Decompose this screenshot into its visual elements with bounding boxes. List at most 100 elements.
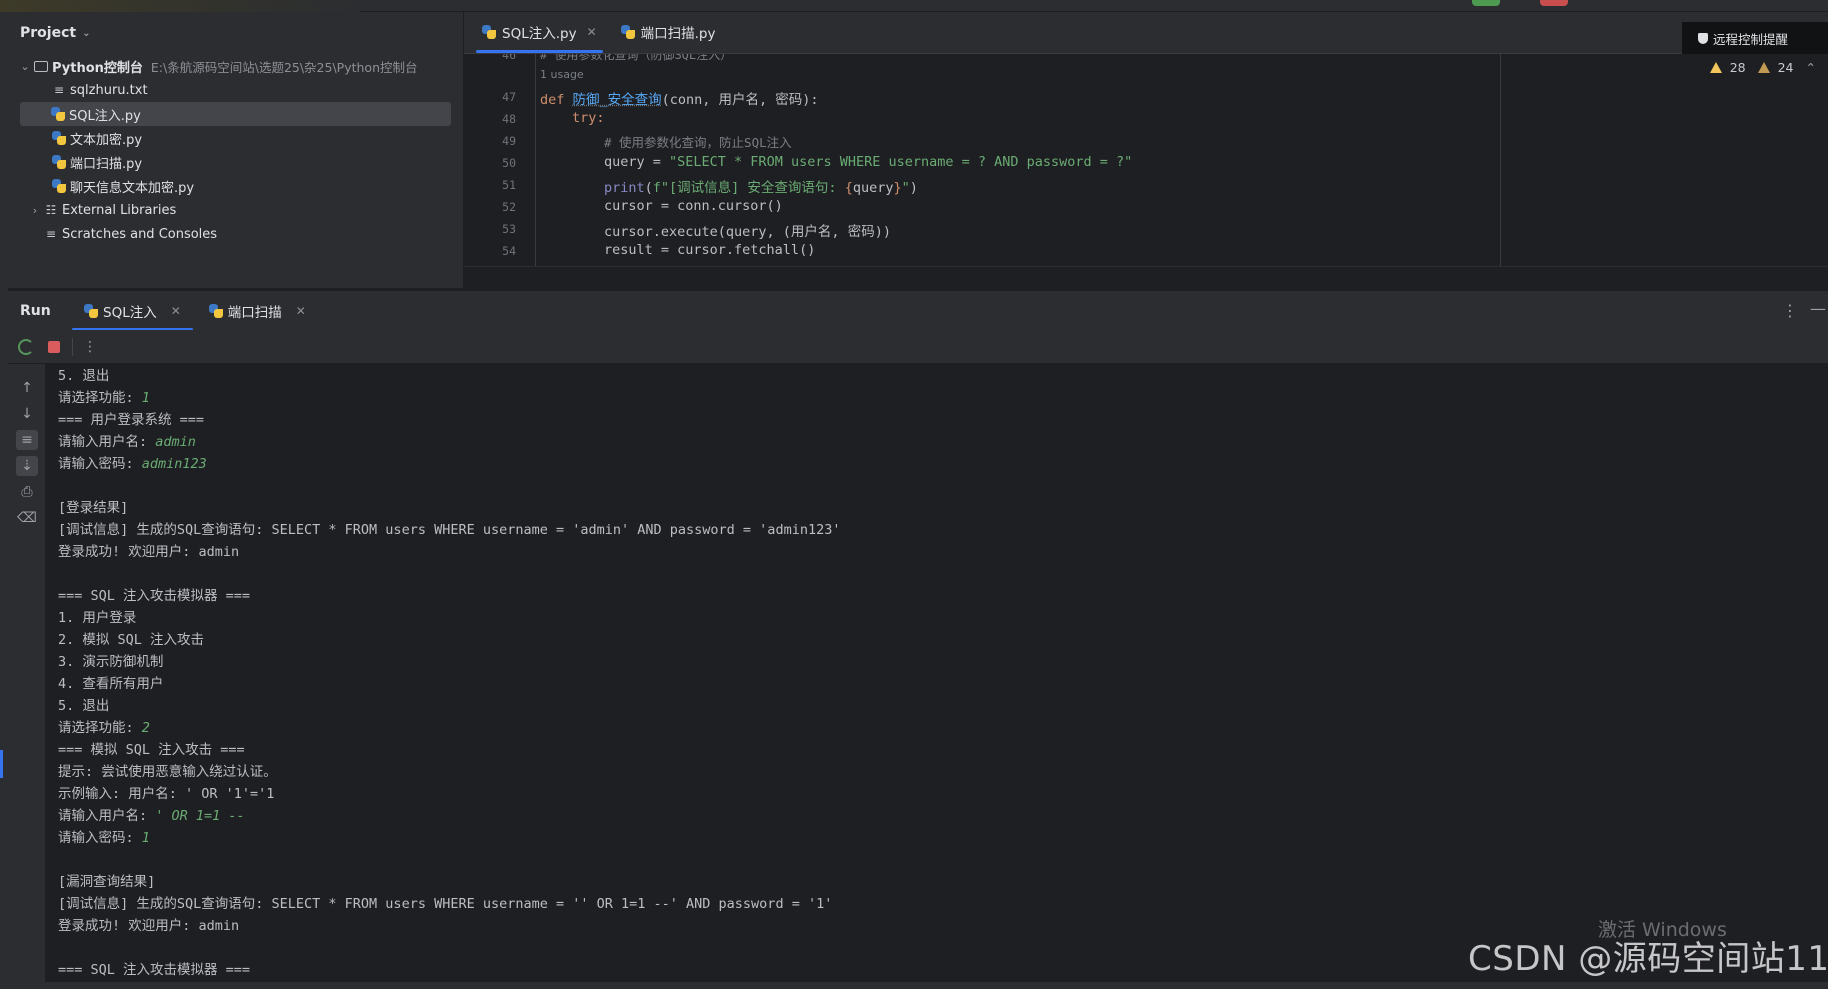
code-token: "	[901, 180, 910, 196]
scratches-label: Scratches and Consoles	[62, 226, 218, 242]
tab-label: 端口扫描.py	[640, 26, 716, 42]
tree-file-sql-injection[interactable]: SQL注入.py	[20, 102, 451, 126]
status-bar	[0, 982, 1828, 989]
tab-port-scan[interactable]: 端口扫描.py	[609, 11, 728, 53]
code-token: 防御_安全查询	[572, 92, 662, 108]
console-user-input: 2	[141, 720, 150, 736]
console-line: 请输入密码: admin123	[58, 456, 207, 472]
text-file-icon: ≡	[53, 83, 65, 97]
tree-file-port-scan[interactable]: 端口扫描.py	[8, 150, 463, 174]
code-token: f"[调试信息] 安全查询语句:	[652, 180, 845, 196]
code-token: def	[540, 92, 573, 108]
print-icon[interactable]: ⎙	[16, 482, 38, 502]
more-options-icon[interactable]: ⋮	[1782, 301, 1798, 320]
python-file-icon	[50, 131, 68, 145]
line-number: 46	[502, 54, 516, 62]
close-icon[interactable]: ✕	[296, 304, 306, 318]
right-margin-guide	[1500, 54, 1501, 288]
line-number: 53	[502, 222, 516, 236]
close-icon[interactable]: ✕	[171, 304, 181, 318]
toolbar-separator	[72, 337, 73, 356]
console-line: 2. 模拟 SQL 注入攻击	[58, 632, 205, 648]
code-line-47: def 防御_安全查询(conn, 用户名, 密码):	[540, 88, 819, 108]
line-number: 47	[502, 90, 516, 104]
project-title: Project	[20, 25, 77, 41]
tree-external-libraries[interactable]: › ☷ External Libraries	[8, 198, 463, 222]
console-line: 4. 查看所有用户	[58, 676, 164, 692]
close-icon[interactable]: ✕	[587, 25, 597, 39]
scratches-icon: ≡	[45, 227, 57, 241]
python-file-icon	[50, 179, 68, 193]
rerun-icon[interactable]	[18, 338, 34, 355]
tab-sql-injection[interactable]: SQL注入.py ✕	[470, 11, 609, 53]
remote-control-hint[interactable]: 远程控制提醒	[1682, 22, 1828, 54]
stop-icon[interactable]	[48, 340, 60, 353]
tree-root[interactable]: ⌄ Python控制台 E:\条航源码空间站\选题25\杂25\Python控制…	[8, 54, 463, 78]
console-line: 示例输入: 用户名: ' OR '1'='1	[58, 786, 275, 802]
python-file-icon	[49, 107, 67, 121]
console-line: 登录成功! 欢迎用户: admin	[58, 544, 240, 560]
tree-scratches[interactable]: ≡ Scratches and Consoles	[8, 222, 463, 246]
code-token: query	[852, 180, 894, 196]
code-token: (conn, 用户名, 密码):	[661, 92, 819, 108]
code-comment-cut: # 使用参数化查询（防御SQL注入）	[540, 54, 733, 62]
root-folder-path: E:\条航源码空间站\选题25\杂25\Python控制台	[150, 59, 418, 75]
scroll-to-end-icon[interactable]: ⇣	[16, 456, 38, 476]
console-line: === SQL 注入攻击模拟器 ===	[58, 588, 251, 604]
run-title: Run	[20, 302, 51, 319]
run-tab-label: SQL注入	[103, 304, 157, 321]
console-line: [调试信息] 生成的SQL查询语句: SELECT * FROM users W…	[58, 522, 841, 538]
usage-hint[interactable]: 1 usage	[540, 68, 584, 81]
python-file-icon	[482, 25, 496, 39]
trash-icon[interactable]: ⌫	[16, 508, 38, 528]
folder-icon	[32, 60, 50, 72]
project-panel: Project ⌄ ⌄ Python控制台 E:\条航源码空间站\选题25\杂2…	[8, 12, 464, 288]
tool-stripe-marker	[0, 750, 3, 778]
tree-file-text-encrypt[interactable]: 文本加密.py	[8, 126, 463, 150]
left-tool-stripe	[0, 12, 8, 989]
console-user-input: ' OR 1=1 --	[155, 808, 245, 824]
status-pill-green[interactable]	[1472, 0, 1500, 6]
code-line-52: cursor = conn.cursor()	[604, 198, 783, 214]
remote-hint-label: 远程控制提醒	[1713, 31, 1789, 47]
console-line: 请输入用户名: admin	[58, 434, 196, 450]
code-line-53: cursor.execute(query, (用户名, 密码))	[604, 224, 891, 240]
console-line: [漏洞查询结果]	[58, 874, 156, 890]
run-side-toolbar: ↑ ↓ ≡ ⇣ ⎙ ⌫	[8, 364, 46, 989]
more-options-icon[interactable]: ⋮	[83, 339, 97, 355]
chevron-up-icon[interactable]: ⌃	[1806, 60, 1816, 75]
status-pill-red[interactable]	[1540, 0, 1568, 6]
code-editor[interactable]: 46 47 48 49 50 51 52 53 54 # 使用参数化查询（防御S…	[464, 54, 1828, 288]
console-line: 提示: 尝试使用恶意输入绕过认证。	[58, 764, 277, 780]
console-line: === 模拟 SQL 注入攻击 ===	[58, 742, 245, 758]
chevron-right-icon[interactable]: ›	[28, 204, 42, 217]
console-line: 请输入密码: 1	[58, 830, 150, 846]
library-icon: ☷	[45, 203, 57, 217]
project-header[interactable]: Project ⌄	[8, 12, 463, 54]
console-output[interactable]: 5. 退出 请选择功能: 1 === 用户登录系统 === 请输入用户名: ad…	[46, 364, 1828, 989]
title-bar-gradient	[0, 0, 360, 12]
editor-horizontal-scrollbar[interactable]	[464, 266, 1828, 288]
tree-file-chat-encrypt[interactable]: 聊天信息文本加密.py	[8, 174, 463, 198]
soft-wrap-icon[interactable]: ≡	[16, 430, 38, 450]
code-token: print	[604, 180, 645, 196]
line-number: 51	[502, 178, 516, 192]
console-line: [调试信息] 生成的SQL查询语句: SELECT * FROM users W…	[58, 896, 833, 912]
arrow-up-icon[interactable]: ↑	[16, 378, 38, 398]
code-token: )	[909, 180, 918, 196]
console-line: 3. 演示防御机制	[58, 654, 164, 670]
run-tab-sql-injection[interactable]: SQL注入 ✕	[72, 291, 193, 331]
arrow-down-icon[interactable]: ↓	[16, 404, 38, 424]
chevron-down-icon[interactable]: ⌄	[82, 28, 90, 39]
tree-file-sqlzhuru[interactable]: ≡ sqlzhuru.txt	[8, 78, 463, 102]
inspection-widget[interactable]: 28 24 ⌃	[1709, 60, 1816, 75]
run-tab-port-scan[interactable]: 端口扫描 ✕	[197, 291, 318, 331]
console-line: 登录成功! 欢迎用户: admin	[58, 918, 240, 934]
minimize-icon[interactable]: —	[1810, 299, 1826, 318]
console-user-input: 1	[141, 830, 150, 846]
console-line: 请选择功能: 2	[58, 720, 150, 736]
chevron-down-icon[interactable]: ⌄	[18, 60, 32, 73]
code-line-54: result = cursor.fetchall()	[604, 242, 816, 258]
code-line-50: query = "SELECT * FROM users WHERE usern…	[604, 154, 1132, 170]
console-line: [登录结果]	[58, 500, 129, 516]
